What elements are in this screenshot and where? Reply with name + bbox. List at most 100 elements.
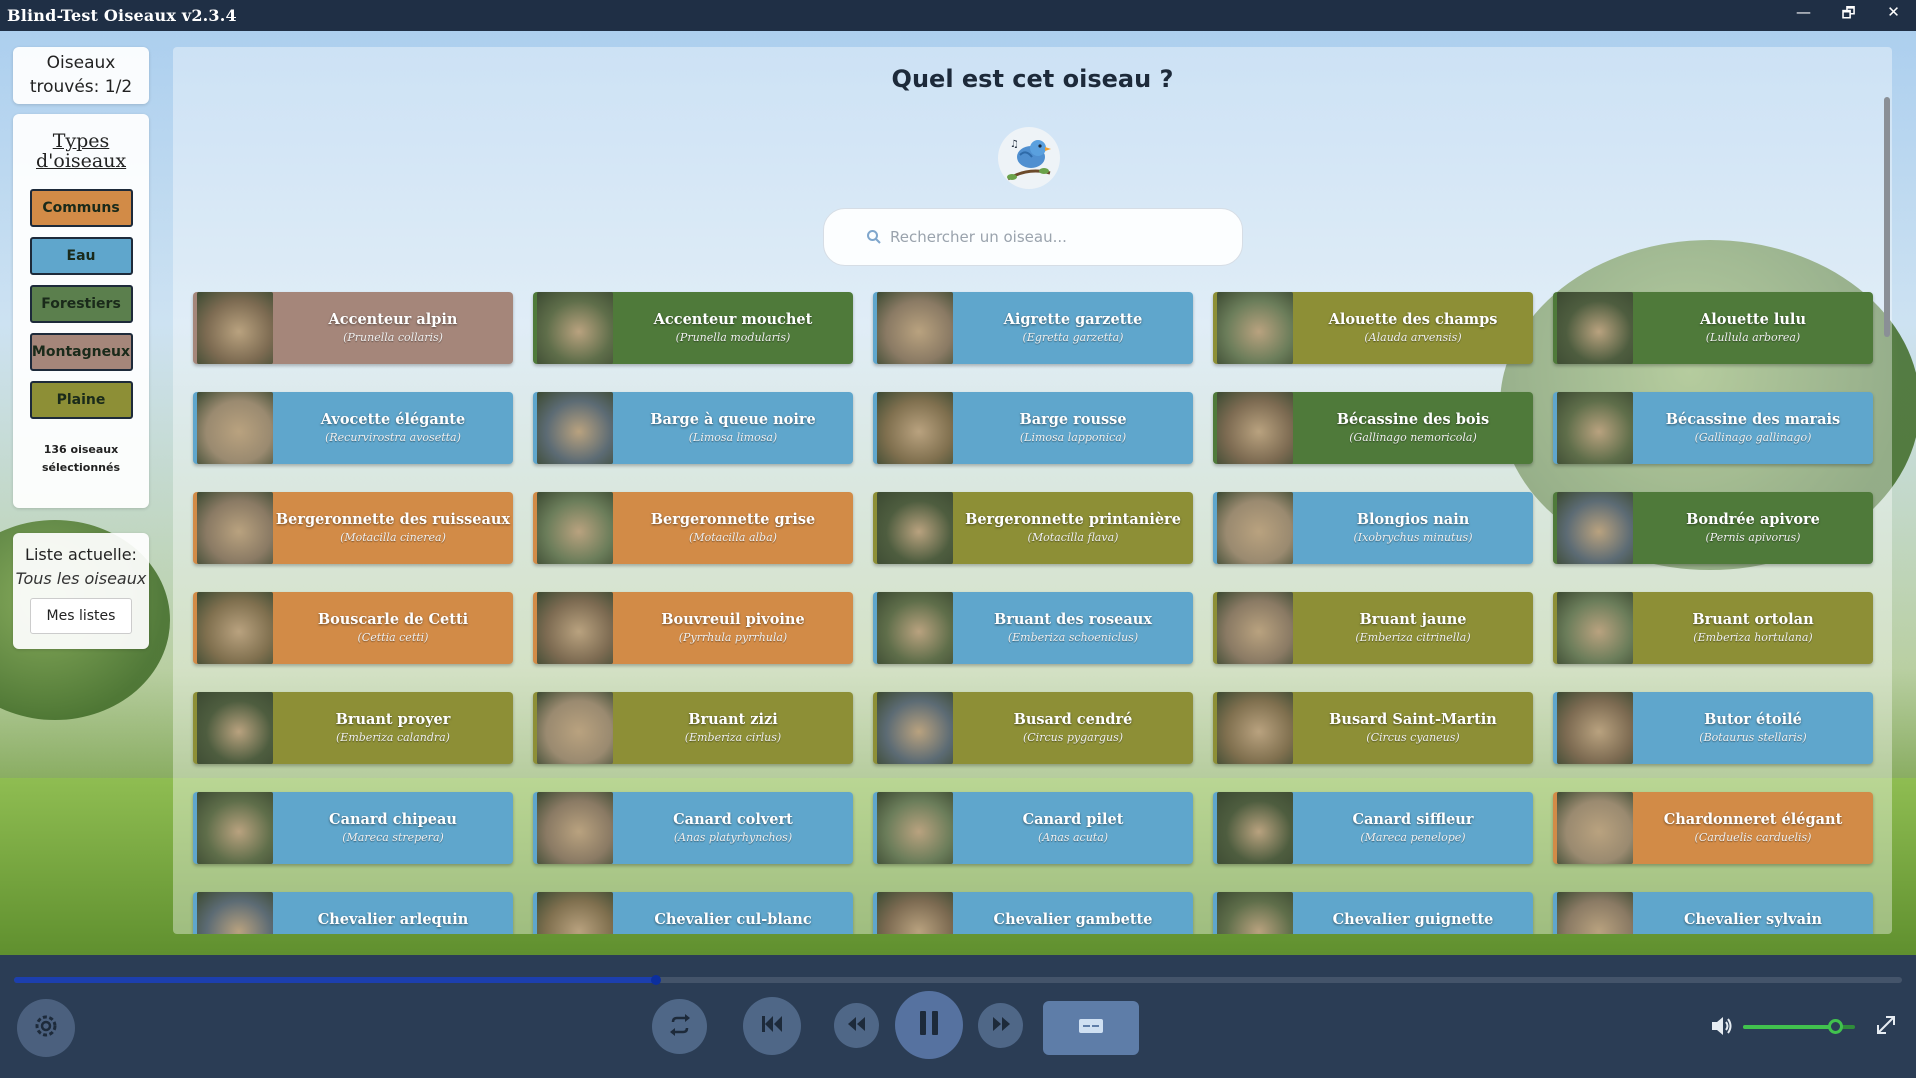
type-plaine-button[interactable]: Plaine	[29, 381, 133, 419]
bird-name: Bruant proyer	[335, 711, 451, 728]
bird-card[interactable]: Alouette des champs (Alauda arvensis)	[1213, 292, 1533, 364]
bird-card[interactable]: Alouette lulu (Lullula arborea)	[1553, 292, 1873, 364]
bird-card[interactable]: Bécassine des marais (Gallinago gallinago…	[1553, 392, 1873, 464]
bird-latin-name: (Motacilla cinerea)	[340, 531, 446, 544]
my-lists-button[interactable]: Mes listes	[29, 598, 133, 634]
bird-card[interactable]: Bruant jaune (Emberiza citrinella)	[1213, 592, 1533, 664]
bird-card[interactable]: Avocette élégante (Recurvirostra avosetta…	[193, 392, 513, 464]
bird-card[interactable]: Bergeronnette des ruisseaux (Motacilla ci…	[193, 492, 513, 564]
bird-card[interactable]: Aigrette garzette (Egretta garzetta)	[873, 292, 1193, 364]
subtitles-button[interactable]	[1043, 1001, 1139, 1055]
bird-latin-name: (Anas platyrhynchos)	[673, 831, 793, 844]
bird-name: Canard chipeau	[329, 811, 457, 828]
bird-photo	[197, 592, 273, 664]
bird-card[interactable]: Blongios nain (Ixobrychus minutus)	[1213, 492, 1533, 564]
bird-card[interactable]: Chevalier gambette	[873, 892, 1193, 934]
bird-card[interactable]: Bouvreuil pivoine (Pyrrhula pyrrhula)	[533, 592, 853, 664]
bird-card[interactable]: Barge à queue noire (Limosa limosa)	[533, 392, 853, 464]
rewind-button[interactable]	[834, 1003, 879, 1048]
bird-card[interactable]: Barge rousse (Limosa lapponica)	[873, 392, 1193, 464]
type-montagneux-button[interactable]: Montagneux	[29, 333, 133, 371]
bird-name: Accenteur alpin	[328, 311, 458, 328]
bird-photo	[1557, 692, 1633, 764]
bird-card[interactable]: Bruant proyer (Emberiza calandra)	[193, 692, 513, 764]
bird-photo	[537, 292, 613, 364]
fullscreen-icon[interactable]	[1874, 1013, 1898, 1041]
minimize-button[interactable]: —	[1781, 3, 1826, 28]
volume-handle[interactable]	[1828, 1019, 1843, 1034]
subtitles-icon	[1078, 1017, 1104, 1039]
fast-forward-button[interactable]	[978, 1003, 1023, 1048]
bird-card[interactable]: Bouscarle de Cetti (Cettia cetti)	[193, 592, 513, 664]
settings-button[interactable]	[17, 999, 75, 1057]
bird-card[interactable]: Canard siffleur (Mareca penelope)	[1213, 792, 1533, 864]
bird-card[interactable]: Butor étoilé (Botaurus stellaris)	[1553, 692, 1873, 764]
bird-card[interactable]: Bruant des roseaux (Emberiza schoeniclus)	[873, 592, 1193, 664]
bird-photo	[537, 492, 613, 564]
bird-card[interactable]: Bergeronnette grise (Motacilla alba)	[533, 492, 853, 564]
bird-latin-name: (Mareca penelope)	[1360, 831, 1466, 844]
type-communs-button[interactable]: Communs	[29, 189, 133, 227]
bird-name: Avocette élégante	[320, 411, 466, 428]
bird-card[interactable]: Chevalier cul-blanc	[533, 892, 853, 934]
bird-card[interactable]: Bécassine des bois (Gallinago nemoricola)	[1213, 392, 1533, 464]
progress-handle[interactable]	[651, 975, 661, 985]
type-forestiers-button[interactable]: Forestiers	[29, 285, 133, 323]
player-bar	[0, 955, 1916, 1078]
bird-photo	[537, 392, 613, 464]
bird-name: Canard siffleur	[1352, 811, 1474, 828]
bird-card[interactable]: Bruant zizi (Emberiza cirlus)	[533, 692, 853, 764]
bird-name: Bruant des roseaux	[994, 611, 1152, 628]
pause-button[interactable]	[895, 991, 963, 1059]
bird-name: Bécassine des marais	[1665, 411, 1841, 428]
bird-card[interactable]: Canard pilet (Anas acuta)	[873, 792, 1193, 864]
svg-text:♫: ♫	[1010, 139, 1019, 150]
repeat-button[interactable]	[652, 999, 707, 1054]
bird-photo	[537, 592, 613, 664]
search-input[interactable]	[890, 228, 1220, 246]
bird-card[interactable]: Accenteur alpin (Prunella collaris)	[193, 292, 513, 364]
gear-icon	[31, 1011, 61, 1045]
bird-card[interactable]: Busard Saint-Martin (Circus cyaneus)	[1213, 692, 1533, 764]
bird-card[interactable]: Chevalier sylvain	[1553, 892, 1873, 934]
bird-card[interactable]: Chevalier guignette	[1213, 892, 1533, 934]
volume-fill	[1743, 1025, 1835, 1029]
current-list-value: Tous les oiseaux	[15, 569, 147, 588]
bird-photo	[1217, 792, 1293, 864]
bird-card[interactable]: Chardonneret élégant (Carduelis carduelis…	[1553, 792, 1873, 864]
bird-card[interactable]: Canard chipeau (Mareca strepera)	[193, 792, 513, 864]
bird-latin-name: (Mareca strepera)	[342, 831, 444, 844]
bird-latin-name: (Emberiza citrinella)	[1355, 631, 1471, 644]
bird-card[interactable]: Busard cendré (Circus pygargus)	[873, 692, 1193, 764]
bird-photo	[877, 792, 953, 864]
bird-latin-name: (Egretta garzetta)	[1022, 331, 1124, 344]
progress-fill	[14, 977, 656, 983]
vertical-scrollbar[interactable]	[1884, 97, 1890, 337]
pause-icon	[916, 1009, 942, 1041]
bird-name: Chevalier gambette	[993, 911, 1153, 928]
type-eau-button[interactable]: Eau	[29, 237, 133, 275]
skip-back-button[interactable]	[743, 997, 801, 1055]
volume-icon[interactable]	[1710, 1015, 1734, 1041]
bird-card[interactable]: Canard colvert (Anas platyrhynchos)	[533, 792, 853, 864]
bird-card[interactable]: Chevalier arlequin	[193, 892, 513, 934]
bird-photo	[1557, 292, 1633, 364]
search-box[interactable]	[823, 208, 1243, 266]
bird-photo	[197, 492, 273, 564]
bird-card[interactable]: Accenteur mouchet (Prunella modularis)	[533, 292, 853, 364]
skip-back-icon	[760, 1014, 784, 1038]
bird-photo	[1217, 692, 1293, 764]
bird-card[interactable]: Bergeronnette printanière (Motacilla flav…	[873, 492, 1193, 564]
bird-latin-name: (Botaurus stellaris)	[1699, 731, 1807, 744]
bird-name: Alouette des champs	[1328, 311, 1498, 328]
close-button[interactable]: ✕	[1871, 3, 1916, 28]
found-counter: Oiseaux trouvés: 1/2	[13, 47, 149, 104]
bird-card[interactable]: Bondrée apivore (Pernis apivorus)	[1553, 492, 1873, 564]
bird-name: Barge rousse	[1019, 411, 1127, 428]
bird-name: Busard cendré	[1013, 711, 1133, 728]
bird-name: Bergeronnette des ruisseaux	[275, 511, 511, 528]
bird-photo	[1557, 892, 1633, 934]
restore-button[interactable]: 🗗	[1826, 3, 1871, 28]
bird-card[interactable]: Bruant ortolan (Emberiza hortulana)	[1553, 592, 1873, 664]
bird-latin-name: (Emberiza calandra)	[336, 731, 450, 744]
